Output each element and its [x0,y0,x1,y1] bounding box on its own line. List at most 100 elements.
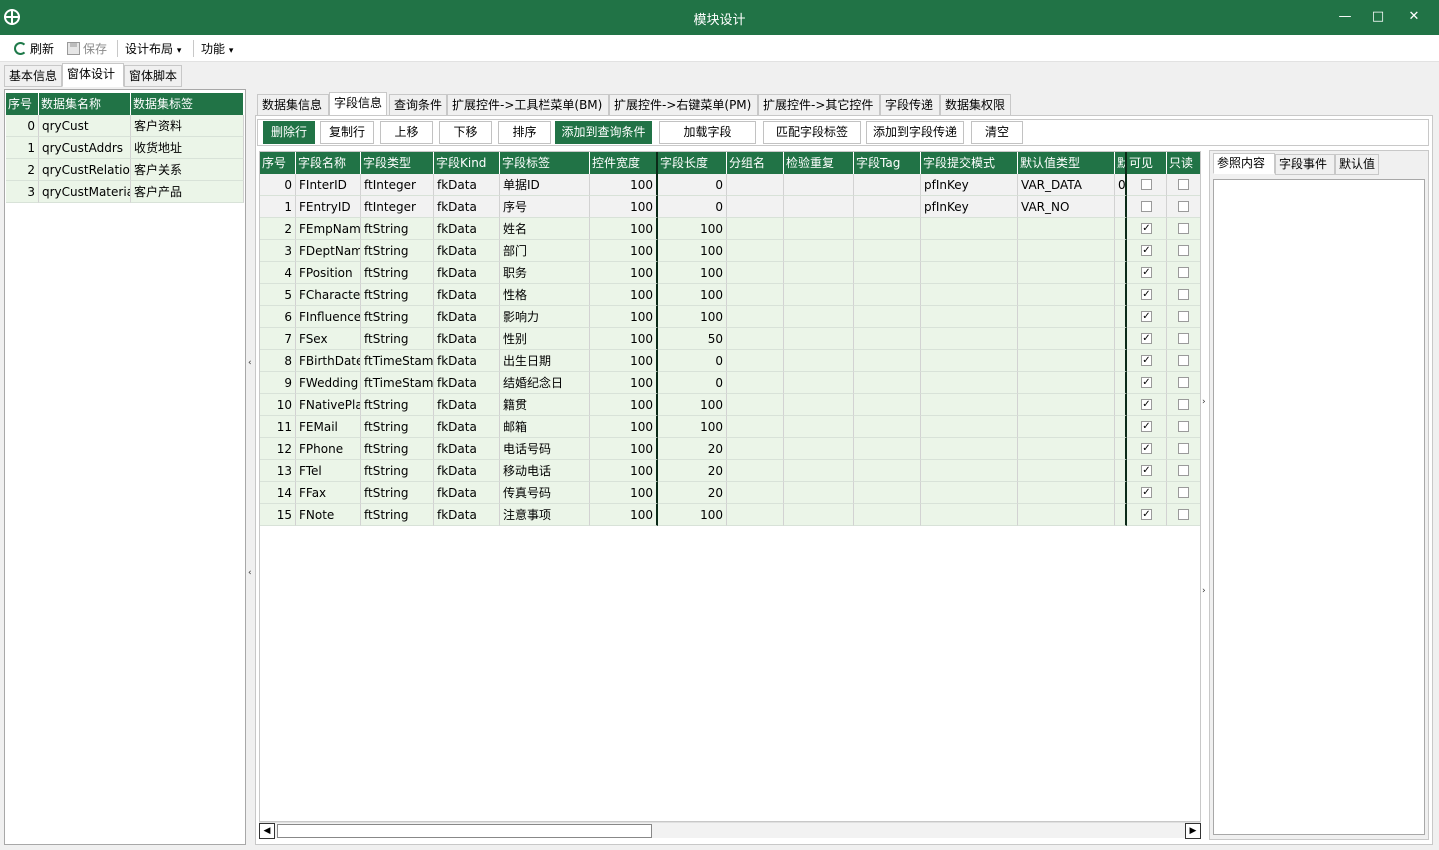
field-name-cell[interactable]: FWedding [296,372,361,394]
field-label-cell[interactable]: 序号 [500,196,590,218]
field-type-cell[interactable]: ftString [361,394,434,416]
check-duplicate-cell[interactable] [784,306,854,328]
collapse-left-icon[interactable]: ‹ [248,566,254,580]
field-length-cell[interactable]: 100 [658,416,727,438]
field-label-cell[interactable]: 姓名 [500,218,590,240]
default-type-cell[interactable] [1018,328,1115,350]
row-index[interactable]: 8 [260,350,296,372]
field-kind-cell[interactable]: fkData [434,504,500,526]
dataset-label-cell[interactable]: 客户产品 [131,181,244,203]
control-width-cell[interactable]: 100 [590,196,658,218]
column-header[interactable]: 字段名称 [296,152,361,174]
readonly-cell[interactable] [1167,284,1200,306]
readonly-checkbox[interactable] [1178,245,1189,256]
check-duplicate-cell[interactable] [784,438,854,460]
group-name-cell[interactable] [727,482,784,504]
field-tag-cell[interactable] [854,196,921,218]
readonly-cell[interactable] [1167,262,1200,284]
column-header[interactable]: 字段提交模式 [921,152,1018,174]
tab-field-events[interactable]: 字段事件 [1275,154,1335,175]
field-kind-cell[interactable]: fkData [434,196,500,218]
readonly-cell[interactable] [1167,350,1200,372]
control-width-cell[interactable]: 100 [590,372,658,394]
dataset-name-cell[interactable]: qryCustMaterial [39,181,131,203]
field-label-cell[interactable]: 结婚纪念日 [500,372,590,394]
control-width-cell[interactable]: 100 [590,218,658,240]
visible-checkbox[interactable]: ✓ [1141,465,1152,476]
column-header[interactable]: 序号 [6,93,39,115]
field-length-cell[interactable]: 0 [658,350,727,372]
field-kind-cell[interactable]: fkData [434,372,500,394]
check-duplicate-cell[interactable] [784,240,854,262]
action-button-5[interactable]: 添加到查询条件 [555,121,652,144]
field-tag-cell[interactable] [854,174,921,196]
field-kind-cell[interactable]: fkData [434,394,500,416]
field-length-cell[interactable]: 0 [658,174,727,196]
submit-mode-cell[interactable] [921,284,1018,306]
visible-cell[interactable] [1127,196,1167,218]
readonly-cell[interactable] [1167,394,1200,416]
column-header[interactable]: 默 [1115,152,1127,174]
submit-mode-cell[interactable] [921,394,1018,416]
visible-cell[interactable]: ✓ [1127,482,1167,504]
visible-cell[interactable] [1127,174,1167,196]
field-type-cell[interactable]: ftString [361,284,434,306]
readonly-cell[interactable] [1167,372,1200,394]
submit-mode-cell[interactable] [921,416,1018,438]
field-type-cell[interactable]: ftString [361,416,434,438]
field-type-cell[interactable]: ftTimeStamp [361,372,434,394]
check-duplicate-cell[interactable] [784,262,854,284]
readonly-cell[interactable] [1167,504,1200,526]
readonly-checkbox[interactable] [1178,355,1189,366]
row-index[interactable]: 12 [260,438,296,460]
readonly-cell[interactable] [1167,240,1200,262]
tab-subtab-0[interactable]: 数据集信息 [257,94,329,116]
control-width-cell[interactable]: 100 [590,394,658,416]
field-length-cell[interactable]: 100 [658,284,727,306]
group-name-cell[interactable] [727,504,784,526]
group-name-cell[interactable] [727,328,784,350]
row-index[interactable]: 14 [260,482,296,504]
field-label-cell[interactable]: 移动电话 [500,460,590,482]
readonly-checkbox[interactable] [1178,399,1189,410]
field-type-cell[interactable]: ftString [361,328,434,350]
default-type-cell[interactable] [1018,416,1115,438]
field-name-cell[interactable]: FCharacter [296,284,361,306]
readonly-cell[interactable] [1167,416,1200,438]
tab-subtab-5[interactable]: 扩展控件->其它控件 [758,94,880,116]
field-length-cell[interactable]: 20 [658,460,727,482]
default-type-cell[interactable]: VAR_NO [1018,196,1115,218]
control-width-cell[interactable]: 100 [590,350,658,372]
control-width-cell[interactable]: 100 [590,438,658,460]
visible-checkbox[interactable]: ✓ [1141,289,1152,300]
default-cell[interactable]: 0. [1115,174,1127,196]
readonly-checkbox[interactable] [1178,465,1189,476]
tab-subtab-2[interactable]: 查询条件 [389,94,447,116]
visible-cell[interactable]: ✓ [1127,284,1167,306]
function-menu[interactable]: 功能 ▾ [201,39,233,59]
default-cell[interactable] [1115,218,1127,240]
row-index[interactable]: 2 [260,218,296,240]
field-label-cell[interactable]: 电话号码 [500,438,590,460]
field-length-cell[interactable]: 100 [658,504,727,526]
group-name-cell[interactable] [727,218,784,240]
readonly-checkbox[interactable] [1178,201,1189,212]
visible-checkbox[interactable]: ✓ [1141,399,1152,410]
field-label-cell[interactable]: 单据ID [500,174,590,196]
group-name-cell[interactable] [727,416,784,438]
field-label-cell[interactable]: 部门 [500,240,590,262]
field-label-cell[interactable]: 注意事项 [500,504,590,526]
tab-subtab-1[interactable]: 字段信息 [329,92,387,116]
dataset-name-cell[interactable]: qryCustRelation [39,159,131,181]
check-duplicate-cell[interactable] [784,482,854,504]
visible-checkbox[interactable]: ✓ [1141,509,1152,520]
check-duplicate-cell[interactable] [784,328,854,350]
field-name-cell[interactable]: FEMail [296,416,361,438]
field-kind-cell[interactable]: fkData [434,482,500,504]
visible-cell[interactable]: ✓ [1127,240,1167,262]
field-label-cell[interactable]: 影响力 [500,306,590,328]
check-duplicate-cell[interactable] [784,460,854,482]
scroll-thumb[interactable] [277,824,652,838]
column-header[interactable]: 默认值类型 [1018,152,1115,174]
column-header[interactable]: 字段标签 [500,152,590,174]
